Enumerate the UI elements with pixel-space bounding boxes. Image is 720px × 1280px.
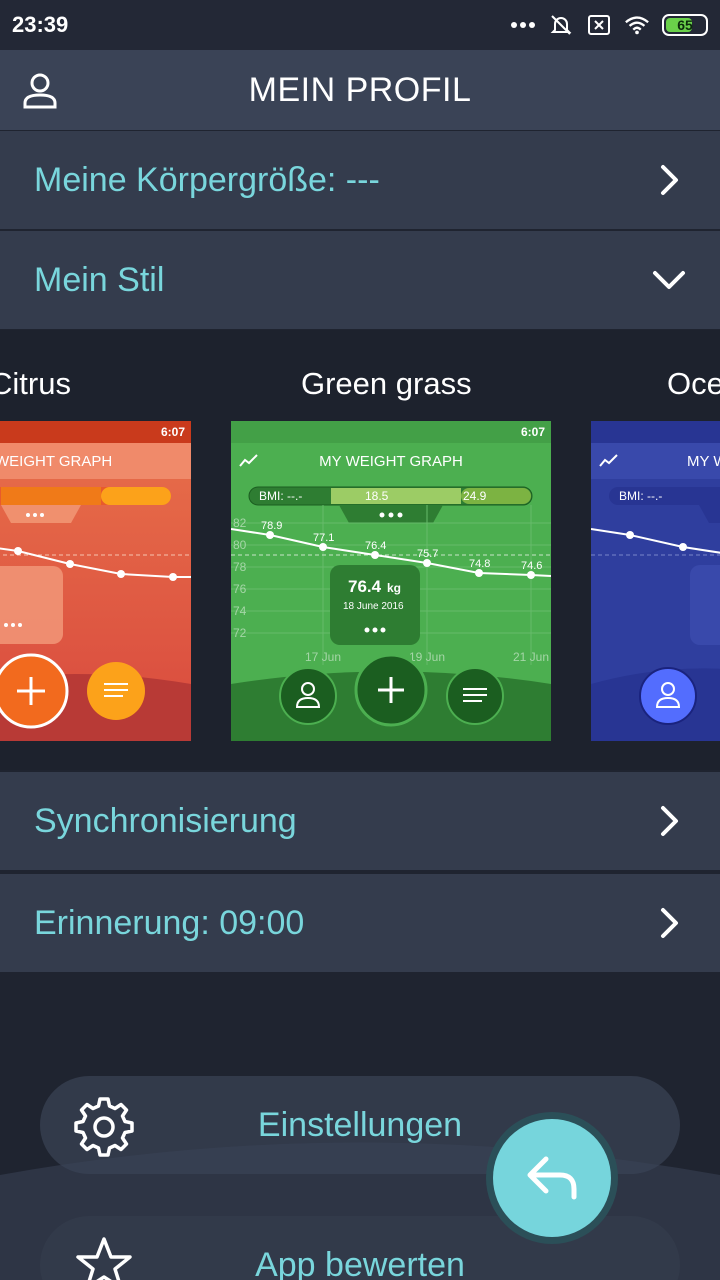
style-name-citrus: Citrus [0, 366, 71, 401]
green-xtick-1: 19 Jun [409, 650, 445, 664]
green-ytick-4: 74 [233, 604, 247, 618]
citrus-status-time: 6:07 [160, 425, 185, 439]
green-bmi-low: 18.5 [365, 489, 389, 503]
ocean-bmi-label: BMI: --.- [619, 489, 662, 503]
style-card-ocean[interactable]: MY W BMI: --.- [591, 421, 720, 741]
green-point-label-4: 74.8 [469, 558, 490, 570]
sync-label: Synchronisierung [34, 801, 297, 840]
chevron-right-icon [661, 165, 678, 195]
green-bmi-label: BMI: --.- [259, 489, 302, 503]
green-bmi-high: 24.9 [463, 489, 487, 503]
green-point-label-3: 75.7 [417, 548, 438, 560]
battery-indicator: 65 [662, 14, 708, 36]
green-status-time: 6:07 [520, 425, 545, 439]
style-card-green-grass[interactable]: 6:07 MY WEIGHT GRAPH BMI: --.- 18.5 24.9… [231, 421, 551, 741]
status-bar: 23:39 65 [0, 0, 720, 50]
green-ytick-5: 72 [233, 626, 247, 640]
style-carousel[interactable]: Citrus Green grass Ocean 6:07 WEIGHT GRA… [0, 330, 720, 770]
rate-app-label: App bewerten [255, 1245, 465, 1280]
sync-row[interactable]: Synchronisierung [0, 772, 720, 870]
ocean-title: MY W [687, 452, 720, 470]
chart-trend-icon [599, 454, 618, 467]
style-label: Mein Stil [34, 260, 165, 299]
green-ytick-2: 78 [233, 560, 247, 574]
citrus-title: WEIGHT GRAPH [0, 452, 113, 470]
ocean-graph-preview: BMI: --.- [591, 487, 720, 741]
battery-level: 65 [677, 17, 693, 33]
star-icon [76, 1237, 132, 1280]
style-name-ocean: Ocean [667, 366, 720, 401]
green-ytick-1: 80 [233, 538, 247, 552]
green-point-label-1: 77.1 [313, 532, 334, 544]
green-ytick-3: 76 [233, 582, 247, 596]
reminder-row[interactable]: Erinnerung: 09:00 [0, 874, 720, 972]
reminder-label: Erinnerung: 09:00 [34, 903, 305, 942]
green-weight-unit: kg [387, 581, 401, 595]
green-point-label-5: 74.6 [521, 560, 542, 572]
reply-icon [527, 1156, 577, 1200]
more-dots-icon [510, 14, 536, 36]
green-graph-preview: BMI: --.- 18.5 24.9 82 80 78 76 74 72 17… [231, 479, 551, 741]
height-label: Meine Körpergröße: --- [34, 160, 380, 199]
green-title: MY WEIGHT GRAPH [319, 452, 463, 470]
chevron-right-icon [661, 806, 678, 836]
chevron-down-icon [653, 271, 685, 289]
green-weight-value: 76.4 [348, 577, 382, 596]
green-point-label-2: 76.4 [365, 540, 386, 552]
green-xtick-0: 17 Jun [305, 650, 341, 664]
green-xtick-2: 21 Jun [513, 650, 549, 664]
page-title: MEIN PROFIL [248, 70, 472, 109]
style-name-green-grass: Green grass [301, 366, 472, 401]
height-row[interactable]: Meine Körpergröße: --- [0, 131, 720, 229]
style-row[interactable]: Mein Stil [0, 231, 720, 329]
back-fab[interactable] [486, 1112, 618, 1244]
sim-x-icon [586, 14, 612, 36]
app-bar: MEIN PROFIL [0, 50, 720, 130]
bell-off-icon [548, 14, 574, 36]
status-time: 23:39 [12, 12, 69, 37]
green-ytick-0: 82 [233, 516, 247, 530]
profile-icon[interactable] [20, 70, 60, 110]
chevron-right-icon [661, 908, 678, 938]
style-card-citrus[interactable]: 6:07 WEIGHT GRAPH [0, 421, 191, 741]
wifi-icon [624, 14, 650, 36]
green-weight-date: 18 June 2016 [343, 601, 404, 612]
chart-trend-icon [239, 454, 258, 467]
citrus-graph-preview [0, 487, 191, 741]
green-point-label-0: 78.9 [261, 520, 282, 532]
